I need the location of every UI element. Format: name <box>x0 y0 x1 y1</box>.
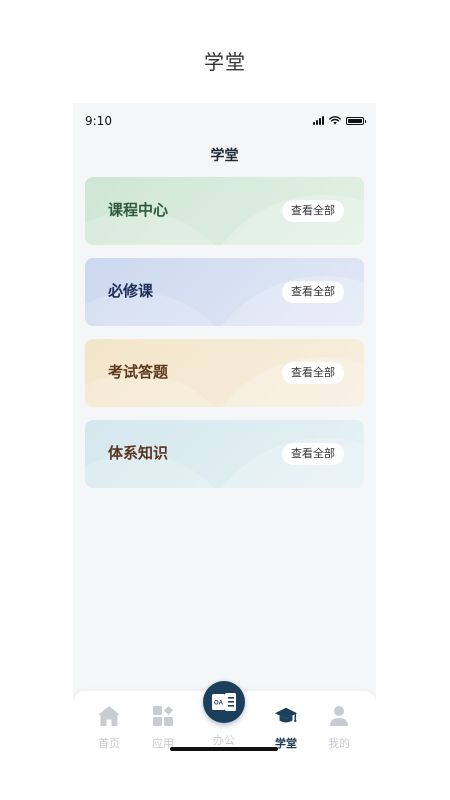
tab-office-button[interactable]: OA <box>203 681 245 723</box>
view-all-button[interactable]: 查看全部 <box>282 200 344 222</box>
card-exam[interactable]: 考试答题 查看全部 <box>85 339 364 407</box>
header-title: 学堂 <box>210 148 239 164</box>
wifi-icon <box>329 116 341 125</box>
view-all-button[interactable]: 查看全部 <box>282 281 344 303</box>
card-title: 考试答题 <box>108 363 169 381</box>
oa-document-icon: OA <box>212 693 236 711</box>
card-required-courses[interactable]: 必修课 查看全部 <box>85 258 364 326</box>
card-title: 课程中心 <box>108 201 169 219</box>
tab-office-label: 办公 <box>213 734 235 747</box>
page-title: 学堂 <box>204 50 246 74</box>
card-title: 必修课 <box>108 282 154 300</box>
tab-apps[interactable]: 应用 <box>143 705 183 751</box>
oa-icon-text: OA <box>214 701 224 707</box>
status-time: 9:10 <box>85 114 112 128</box>
view-all-button[interactable]: 查看全部 <box>282 362 344 384</box>
view-all-button[interactable]: 查看全部 <box>282 443 344 465</box>
card-knowledge-system[interactable]: 体系知识 查看全部 <box>85 420 364 488</box>
battery-icon <box>346 116 366 125</box>
card-title: 体系知识 <box>108 444 169 462</box>
status-icons <box>313 116 366 125</box>
tab-label: 首页 <box>98 737 120 750</box>
tab-bar: 首页 应用 OA 办公 学堂 我的 <box>73 681 376 800</box>
home-icon <box>98 706 120 726</box>
tab-label: 我的 <box>328 737 350 750</box>
home-indicator <box>170 747 278 751</box>
graduation-cap-icon <box>274 707 298 723</box>
apps-icon <box>153 706 173 726</box>
status-bar: 9:10 <box>73 103 376 139</box>
tab-home[interactable]: 首页 <box>89 705 129 751</box>
tab-academy[interactable]: 学堂 <box>266 705 306 751</box>
signal-icon <box>313 116 324 125</box>
card-course-center[interactable]: 课程中心 查看全部 <box>85 177 364 245</box>
phone-screen: 9:10 学堂 课程中心 查看全部 必修课 查看全部 考试答题 查看全部 体系知… <box>73 103 376 800</box>
user-icon <box>330 706 348 726</box>
tab-me[interactable]: 我的 <box>319 705 359 751</box>
